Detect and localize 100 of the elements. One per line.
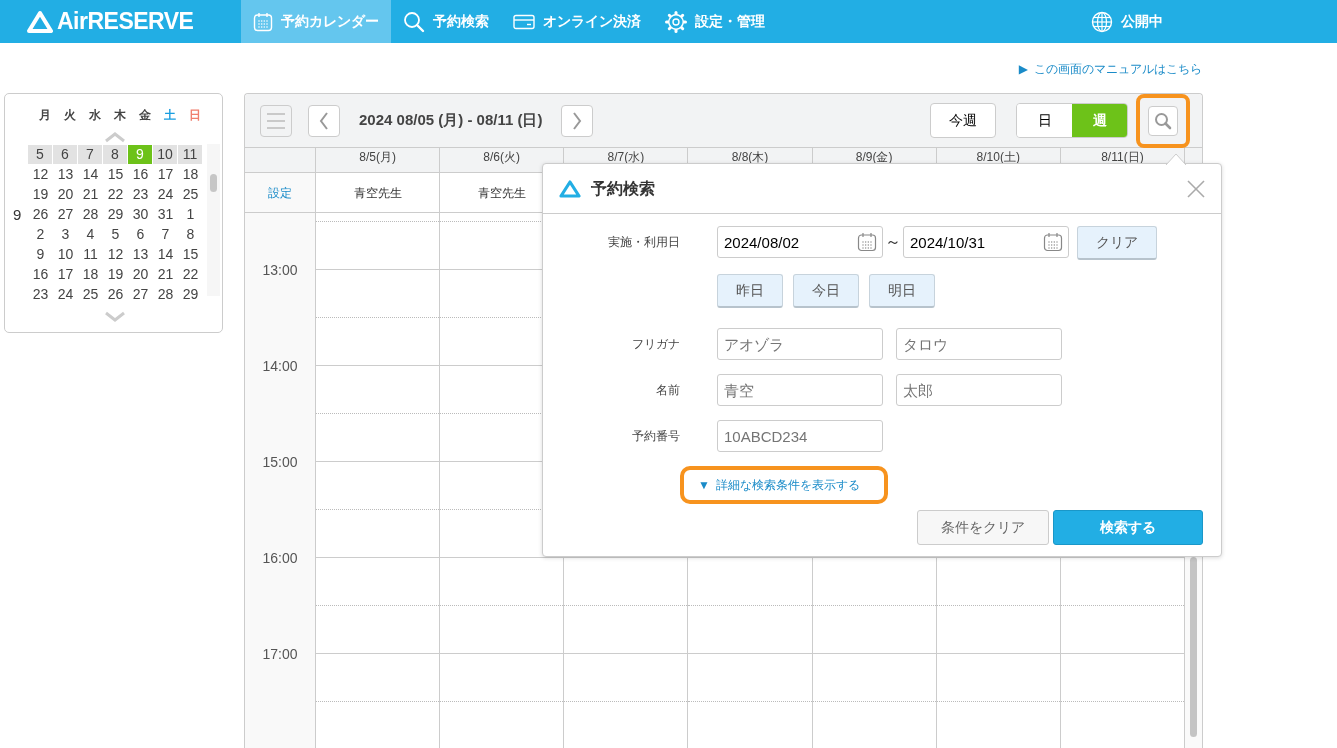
- this-week-button[interactable]: 今週: [930, 103, 996, 138]
- card-icon: [513, 13, 535, 30]
- calendar-day[interactable]: 4: [78, 224, 103, 244]
- weekday-label: 月: [37, 107, 52, 124]
- calendar-day[interactable]: 9: [28, 244, 53, 264]
- field-label: 予約番号: [631, 428, 680, 445]
- calendar-day[interactable]: 19: [28, 184, 53, 204]
- calendar-day[interactable]: 27: [53, 204, 78, 224]
- calendar-day[interactable]: 16: [128, 164, 153, 184]
- status-text: 公開中: [1121, 12, 1163, 31]
- clear-button[interactable]: クリア: [1077, 226, 1157, 260]
- previous-button[interactable]: [308, 104, 340, 137]
- date-header: 8/5(月): [359, 150, 396, 164]
- calendar-day[interactable]: 25: [78, 284, 103, 304]
- time-label: 13:00: [261, 261, 299, 280]
- calendar-day[interactable]: 26: [103, 284, 128, 304]
- field-label: 名前: [655, 382, 680, 399]
- text-field[interactable]: 太郎: [896, 374, 1062, 406]
- calendar-day[interactable]: 7: [78, 144, 103, 164]
- calendar-day[interactable]: 15: [103, 164, 128, 184]
- calendar-day[interactable]: 29: [103, 204, 128, 224]
- calendar-day[interactable]: 26: [28, 204, 53, 224]
- calendar-day[interactable]: 8: [103, 144, 128, 164]
- calendar-day[interactable]: 20: [53, 184, 78, 204]
- time-label: 16:00: [261, 549, 299, 568]
- date-shortcut-button[interactable]: 明日: [869, 274, 935, 308]
- manual-link[interactable]: この画面のマニュアルはこちら: [1034, 60, 1202, 93]
- calendar-day[interactable]: 2: [28, 224, 53, 244]
- staff-name: 青空先生: [477, 184, 526, 202]
- scrollbar[interactable]: [207, 144, 220, 296]
- calendar-day[interactable]: 23: [28, 284, 53, 304]
- calendar-day[interactable]: 15: [178, 244, 203, 264]
- calendar-day[interactable]: 7: [153, 224, 178, 244]
- calendar-day[interactable]: 23: [128, 184, 153, 204]
- calendar-day[interactable]: 6: [128, 224, 153, 244]
- calendar-day[interactable]: 30: [128, 204, 153, 224]
- calendar-day[interactable]: 3: [53, 224, 78, 244]
- logo-text: AirRESERVE: [57, 7, 194, 37]
- calendar-day[interactable]: 11: [178, 144, 203, 164]
- calendar-day[interactable]: 10: [53, 244, 78, 264]
- calendar-day[interactable]: 18: [178, 164, 203, 184]
- calendar-day[interactable]: 27: [128, 284, 153, 304]
- menu-button[interactable]: [260, 104, 292, 137]
- calendar-day[interactable]: 29: [178, 284, 203, 304]
- close-icon[interactable]: [1187, 179, 1205, 198]
- next-button[interactable]: [561, 104, 594, 137]
- calendar-day[interactable]: 5: [28, 144, 53, 164]
- field-label: フリガナ: [631, 336, 680, 353]
- details-link[interactable]: 詳細な検索条件を表示する: [715, 476, 860, 494]
- calendar-day[interactable]: 5: [103, 224, 128, 244]
- calendar-day[interactable]: 22: [178, 264, 203, 284]
- text-field[interactable]: 10ABCD234: [717, 420, 883, 452]
- search-button[interactable]: [1136, 93, 1190, 148]
- calendar-day[interactable]: 28: [78, 204, 103, 224]
- view-tab[interactable]: 日: [1017, 104, 1072, 137]
- calendar-day[interactable]: 24: [53, 284, 78, 304]
- calendar-day[interactable]: 31: [153, 204, 178, 224]
- date-header: 8/6(火): [483, 150, 521, 164]
- calendar-day[interactable]: 28: [153, 284, 178, 304]
- date-shortcut-button[interactable]: 今日: [793, 274, 859, 308]
- menu-icon: [266, 111, 286, 130]
- calendar-day[interactable]: 10: [153, 144, 178, 164]
- panel-title: 予約検索: [591, 178, 655, 199]
- calendar-day[interactable]: 11: [78, 244, 103, 264]
- weekday-label: 日: [187, 107, 202, 124]
- calendar-day[interactable]: 25: [178, 184, 203, 204]
- settings-link[interactable]: 設定: [268, 183, 292, 202]
- text-field[interactable]: 青空: [717, 374, 883, 406]
- calendar-icon: [857, 232, 877, 252]
- field-label: 実施・利用日: [607, 234, 680, 251]
- calendar-day[interactable]: 20: [128, 264, 153, 284]
- weekday-label: 木: [112, 107, 127, 124]
- date-field[interactable]: 2024/08/02: [717, 226, 883, 258]
- search-icon: [1154, 111, 1172, 130]
- calendar-day[interactable]: 19: [103, 264, 128, 284]
- chevron-up-icon[interactable]: [104, 130, 126, 143]
- calendar-day[interactable]: 14: [153, 244, 178, 264]
- text-field[interactable]: アオゾラ: [717, 328, 883, 360]
- calendar-day[interactable]: 17: [53, 264, 78, 284]
- calendar-day[interactable]: 8: [178, 224, 203, 244]
- calendar-day[interactable]: 24: [153, 184, 178, 204]
- calendar-day[interactable]: 16: [28, 264, 53, 284]
- calendar-day[interactable]: 18: [78, 264, 103, 284]
- calendar-day[interactable]: 14: [78, 164, 103, 184]
- calendar-day[interactable]: 13: [53, 164, 78, 184]
- date-shortcut-button[interactable]: 昨日: [717, 274, 783, 308]
- chevron-down-icon[interactable]: [104, 310, 126, 323]
- month-label: 9: [13, 206, 22, 223]
- calendar-day[interactable]: 1: [178, 204, 203, 224]
- calendar-day[interactable]: 17: [153, 164, 178, 184]
- calendar-day[interactable]: 13: [128, 244, 153, 264]
- calendar-day[interactable]: 21: [78, 184, 103, 204]
- calendar-day[interactable]: 12: [103, 244, 128, 264]
- text-field[interactable]: タロウ: [896, 328, 1062, 360]
- calendar-day[interactable]: 12: [28, 164, 53, 184]
- date-field[interactable]: 2024/10/31: [903, 226, 1069, 258]
- calendar-day[interactable]: 21: [153, 264, 178, 284]
- calendar-day[interactable]: 22: [103, 184, 128, 204]
- calendar-day[interactable]: 6: [53, 144, 78, 164]
- clear-conditions-button[interactable]: 条件をクリア: [917, 510, 1049, 545]
